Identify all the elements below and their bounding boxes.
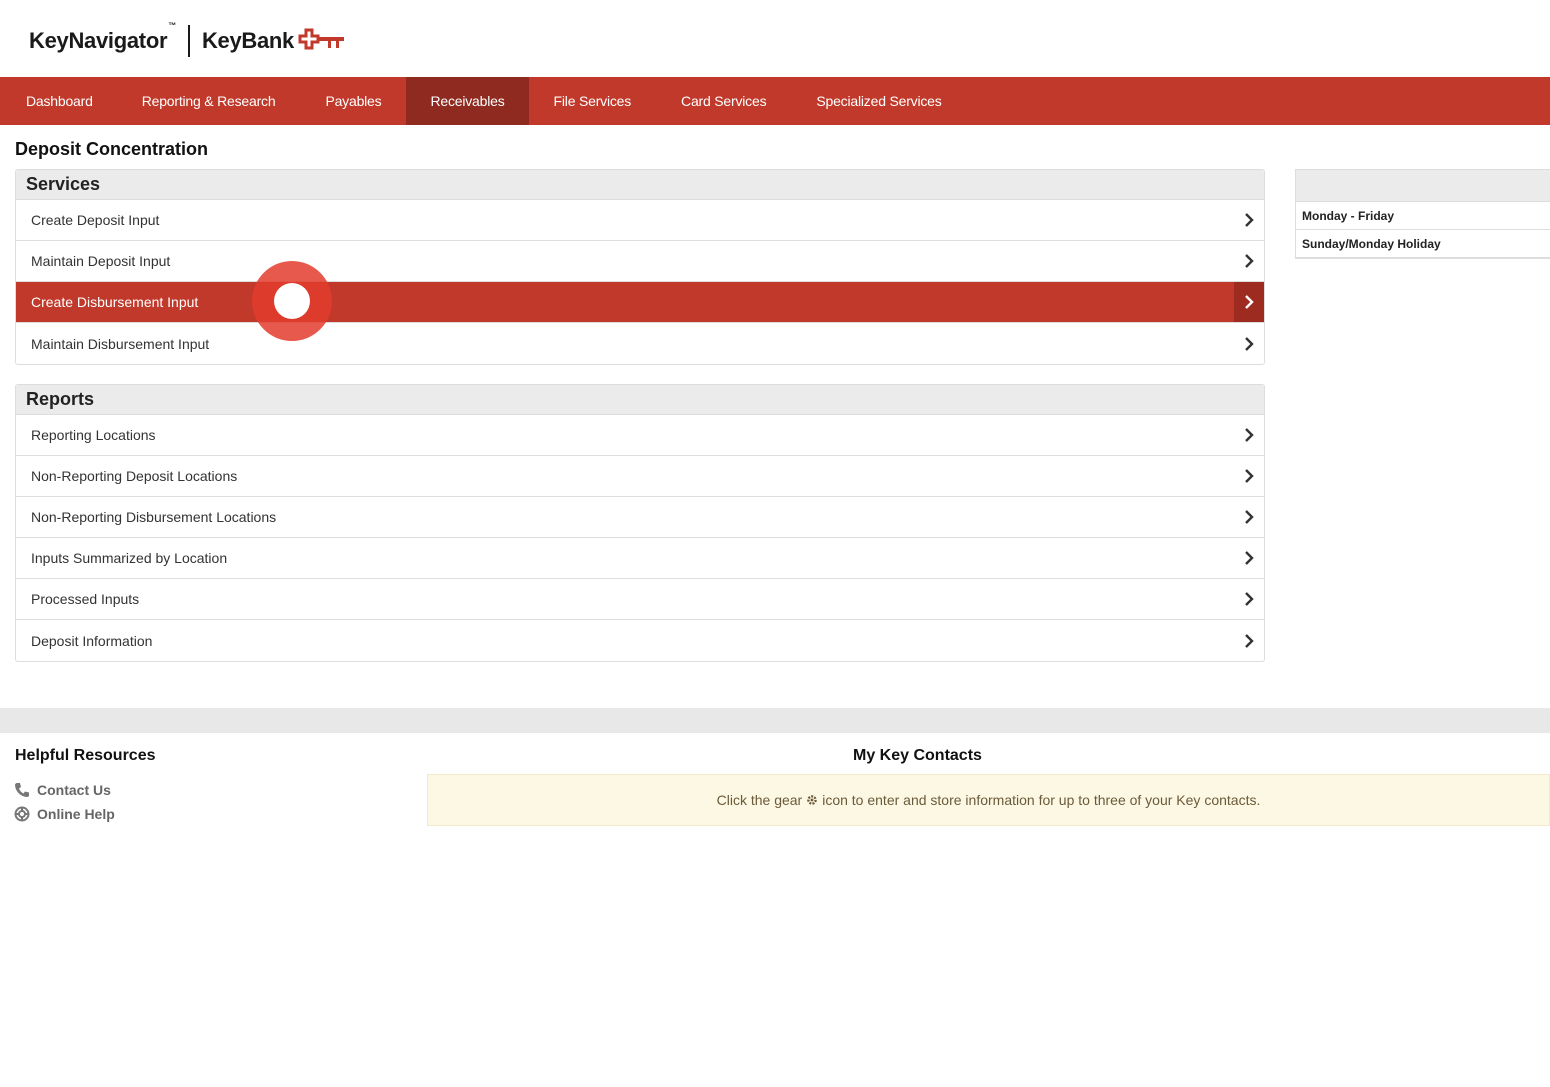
report-processed-inputs[interactable]: Processed Inputs bbox=[16, 579, 1264, 620]
service-maintain-deposit-input[interactable]: Maintain Deposit Input bbox=[16, 241, 1264, 282]
report-inputs-summarized-by-location[interactable]: Inputs Summarized by Location bbox=[16, 538, 1264, 579]
chevron-right-icon bbox=[1234, 538, 1264, 578]
row-label: Reporting Locations bbox=[31, 427, 156, 443]
row-label: Non-Reporting Deposit Locations bbox=[31, 468, 238, 484]
report-deposit-information[interactable]: Deposit Information bbox=[16, 620, 1264, 661]
nav-file-services[interactable]: File Services bbox=[529, 77, 657, 125]
key-contacts-notice: Click the gear icon to enter and store i… bbox=[427, 774, 1550, 826]
nav-reporting-research[interactable]: Reporting & Research bbox=[117, 77, 301, 125]
service-maintain-disbursement-input[interactable]: Maintain Disbursement Input bbox=[16, 323, 1264, 364]
services-heading: Services bbox=[16, 170, 1264, 200]
online-help-link[interactable]: Online Help bbox=[14, 806, 115, 822]
chevron-right-icon bbox=[1234, 456, 1264, 496]
main-nav: Dashboard Reporting & Research Payables … bbox=[0, 77, 1550, 125]
row-label: Create Deposit Input bbox=[31, 212, 160, 228]
chevron-right-icon bbox=[1234, 200, 1264, 240]
services-panel: Services Create Deposit Input Maintain D… bbox=[15, 169, 1265, 365]
service-create-deposit-input[interactable]: Create Deposit Input bbox=[16, 200, 1264, 241]
nav-card-services[interactable]: Card Services bbox=[656, 77, 791, 125]
keybank-key-icon bbox=[298, 28, 344, 50]
report-reporting-locations[interactable]: Reporting Locations bbox=[16, 415, 1264, 456]
report-non-reporting-disbursement-locations[interactable]: Non-Reporting Disbursement Locations bbox=[16, 497, 1264, 538]
hours-row-weekday: Monday - Friday bbox=[1296, 202, 1550, 230]
hours-panel: Monday - Friday Sunday/Monday Holiday bbox=[1295, 169, 1550, 259]
hours-row-holiday: Sunday/Monday Holiday bbox=[1296, 230, 1550, 258]
hours-heading bbox=[1296, 170, 1550, 202]
chevron-right-icon bbox=[1234, 415, 1264, 455]
row-label: Create Disbursement Input bbox=[31, 294, 199, 310]
helpful-resources-title: Helpful Resources bbox=[15, 747, 156, 764]
page-title: Deposit Concentration bbox=[15, 139, 209, 159]
online-help-label: Online Help bbox=[37, 806, 115, 822]
row-label: Maintain Disbursement Input bbox=[31, 335, 210, 352]
row-label: Inputs Summarized by Location bbox=[31, 550, 228, 566]
contact-us-label: Contact Us bbox=[37, 782, 111, 798]
click-indicator-dot bbox=[274, 283, 310, 319]
nav-specialized-services[interactable]: Specialized Services bbox=[791, 77, 966, 125]
phone-icon bbox=[14, 782, 32, 798]
brand-logo[interactable]: KeyNavigator™ KeyBank bbox=[29, 21, 346, 58]
brand-divider bbox=[187, 25, 190, 57]
notice-text-after: icon to enter and store information for … bbox=[822, 792, 1261, 808]
chevron-right-icon bbox=[1234, 497, 1264, 537]
chevron-right-icon bbox=[1234, 282, 1264, 322]
click-indicator bbox=[252, 261, 332, 341]
chevron-right-icon bbox=[1234, 621, 1264, 661]
notice-text-before: Click the gear bbox=[716, 792, 803, 808]
report-non-reporting-deposit-locations[interactable]: Non-Reporting Deposit Locations bbox=[16, 456, 1264, 497]
nav-dashboard[interactable]: Dashboard bbox=[0, 77, 117, 125]
footer-divider-band bbox=[0, 708, 1550, 733]
gear-icon[interactable] bbox=[806, 794, 818, 806]
row-label: Maintain Deposit Input bbox=[31, 253, 171, 269]
row-label: Processed Inputs bbox=[31, 591, 140, 607]
row-label: Deposit Information bbox=[31, 632, 153, 649]
reports-panel: Reports Reporting Locations Non-Reportin… bbox=[15, 384, 1265, 662]
chevron-right-icon bbox=[1234, 579, 1264, 619]
service-create-disbursement-input[interactable]: Create Disbursement Input bbox=[16, 282, 1264, 323]
row-label: Non-Reporting Disbursement Locations bbox=[31, 509, 277, 525]
nav-payables[interactable]: Payables bbox=[300, 77, 406, 125]
chevron-right-icon bbox=[1234, 241, 1264, 281]
chevron-right-icon bbox=[1234, 324, 1264, 364]
my-key-contacts-title: My Key Contacts bbox=[853, 747, 982, 764]
top-header: KeyNavigator™ KeyBank bbox=[0, 0, 1550, 77]
brand-keynavigator: KeyNavigator™ bbox=[29, 21, 176, 53]
reports-heading: Reports bbox=[16, 385, 1264, 415]
life-ring-icon bbox=[14, 806, 32, 822]
contact-us-link[interactable]: Contact Us bbox=[14, 782, 111, 798]
nav-receivables[interactable]: Receivables bbox=[406, 77, 529, 125]
brand-keybank: KeyBank bbox=[201, 28, 294, 53]
